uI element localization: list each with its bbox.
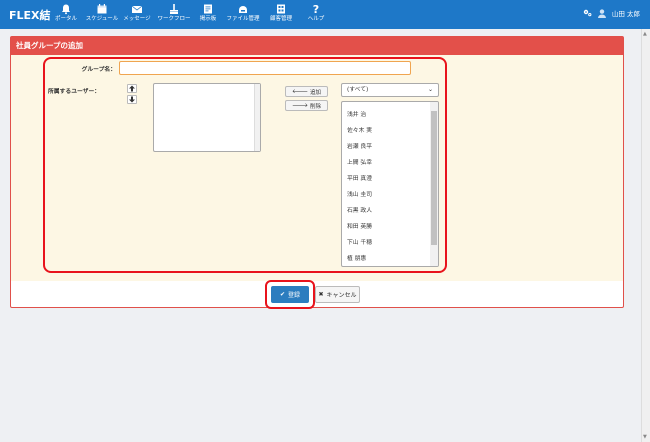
cancel-button-label: キャンセル <box>326 292 357 299</box>
nav-customer[interactable]: 顧客管理 <box>265 3 297 27</box>
avatar-icon <box>597 8 606 18</box>
nav-label: ポータル <box>54 16 77 22</box>
department-select-value: (すべて) <box>347 87 369 93</box>
member-listbox[interactable] <box>153 83 261 152</box>
add-button-label: 追加 <box>310 89 322 96</box>
nav-label: メッセージ <box>123 16 151 22</box>
group-name-label: グループ名： <box>81 67 116 73</box>
employee-item[interactable]: 岩瀬 良平 <box>347 141 372 150</box>
file-icon <box>239 6 247 13</box>
nav-schedule[interactable]: スケジュール <box>84 3 120 27</box>
app-logo[interactable]: FLEX結 <box>9 7 51 23</box>
arrow-left-icon: 🡐 <box>291 88 309 95</box>
remove-button-label: 削除 <box>310 103 322 110</box>
employee-scrollbar[interactable] <box>430 102 438 266</box>
employee-item[interactable]: 佐々木 実 <box>347 125 372 134</box>
register-button[interactable]: ✔ 登録 <box>271 286 309 303</box>
nav-help[interactable]: ? ヘルプ <box>302 3 330 27</box>
arrow-right-icon: 🡒 <box>291 102 309 109</box>
nav-file[interactable]: ファイル管理 <box>223 3 263 27</box>
nav-bulletin[interactable]: 掲示板 <box>196 3 220 27</box>
member-scrollbar[interactable] <box>254 84 260 151</box>
employee-item[interactable]: 浅山 圭司 <box>347 189 372 198</box>
nav-label: ヘルプ <box>307 16 325 22</box>
top-navbar: FLEX結 ポータル スケジュール メッセージ ワークフロー 掲示板 ファイル管… <box>0 0 650 29</box>
employee-listbox[interactable]: 浅井 治 佐々木 実 岩瀬 良平 上間 弘幸 平田 真澄 浅山 圭司 石黒 政人… <box>341 101 439 267</box>
employee-item[interactable]: 平田 真澄 <box>347 173 372 182</box>
nav-message[interactable]: メッセージ <box>122 3 152 27</box>
bell-icon <box>62 4 70 15</box>
workflow-icon <box>170 4 178 14</box>
move-up-button[interactable] <box>127 84 137 93</box>
arrow-down-icon <box>129 96 135 103</box>
scroll-down-icon[interactable]: ▼ <box>643 434 647 440</box>
move-down-button[interactable] <box>127 95 137 104</box>
nav-label: ファイル管理 <box>226 16 260 22</box>
nav-label: スケジュール <box>85 16 119 22</box>
employee-item[interactable]: 下山 千穂 <box>347 237 372 246</box>
department-select[interactable]: (すべて) ⌄ <box>341 83 439 97</box>
nav-label: 掲示板 <box>199 16 217 22</box>
employee-item[interactable]: 浅井 治 <box>347 109 366 118</box>
employee-item[interactable]: 石黒 政人 <box>347 205 372 214</box>
arrow-up-icon <box>129 85 135 92</box>
group-name-input[interactable] <box>119 61 411 75</box>
nav-workflow[interactable]: ワークフロー <box>155 3 193 27</box>
bulletin-icon <box>204 4 212 14</box>
close-icon: ✖ <box>318 291 324 298</box>
check-icon: ✔ <box>279 291 285 298</box>
gear-icon[interactable] <box>583 9 592 17</box>
cancel-button[interactable]: ✖ キャンセル <box>315 286 360 303</box>
employee-item[interactable]: 上間 弘幸 <box>347 157 372 166</box>
employee-item[interactable]: 植 朋惠 <box>347 253 366 262</box>
nav-label: ワークフロー <box>157 16 191 22</box>
calendar-icon <box>97 4 107 14</box>
user-name[interactable]: 山田 太郎 <box>612 8 640 18</box>
register-button-label: 登録 <box>288 292 301 299</box>
customer-icon <box>277 4 285 14</box>
chevron-down-icon: ⌄ <box>427 86 433 93</box>
panel-title: 社員グループの追加 <box>11 37 623 55</box>
help-icon: ? <box>313 3 319 15</box>
svg-text:?: ? <box>313 3 319 15</box>
envelope-icon <box>131 5 143 13</box>
employee-item[interactable]: 和田 英勝 <box>347 221 372 230</box>
user-area[interactable]: 山田 太郎 <box>583 8 640 18</box>
page-scrollbar[interactable]: ▲ ▼ <box>641 29 650 442</box>
members-label: 所属するユーザー： <box>48 89 101 95</box>
nav-label: 顧客管理 <box>269 16 292 22</box>
remove-button[interactable]: 🡒 削除 <box>285 100 328 111</box>
scrollbar-thumb[interactable] <box>431 111 437 245</box>
add-button[interactable]: 🡐 追加 <box>285 86 328 97</box>
nav-portal[interactable]: ポータル <box>50 3 82 27</box>
scroll-up-icon[interactable]: ▲ <box>643 31 647 37</box>
